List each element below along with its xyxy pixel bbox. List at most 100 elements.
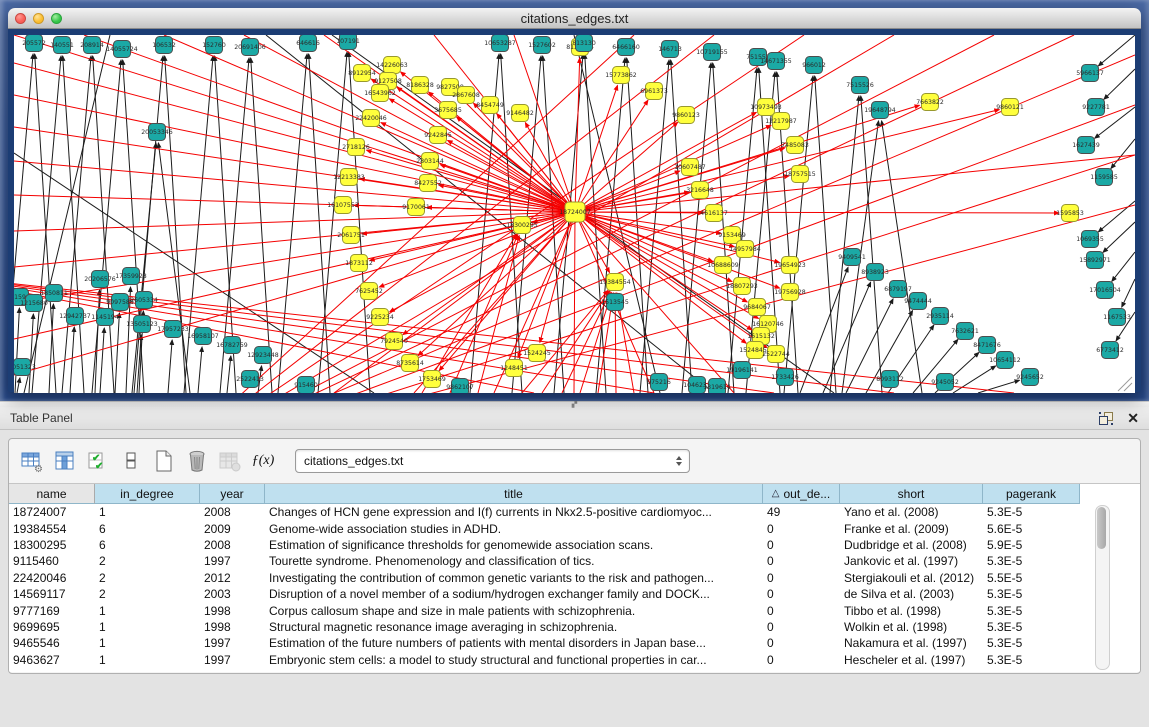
cell-short: Dudbridge et al. (2008) xyxy=(840,538,983,552)
table-row[interactable]: 1872400712008Changes of HCN gene express… xyxy=(9,504,1140,520)
svg-text:9860123: 9860123 xyxy=(672,112,700,119)
splitter-grip-icon: ▞ xyxy=(572,402,577,407)
svg-text:6961373: 6961373 xyxy=(640,88,668,95)
svg-text:152760: 152760 xyxy=(202,42,226,49)
svg-text:10607487: 10607487 xyxy=(674,164,706,171)
column-header-year[interactable]: year xyxy=(200,484,265,504)
cell-in_degree: 2 xyxy=(95,571,200,585)
svg-text:9862107: 9862107 xyxy=(446,384,474,391)
cell-year: 2003 xyxy=(200,587,265,601)
svg-text:17016504: 17016504 xyxy=(1089,287,1121,294)
svg-text:19654923: 19654923 xyxy=(774,262,806,269)
table-row[interactable]: 1456911722003Disruption of a novel membe… xyxy=(9,586,1140,602)
svg-text:✔: ✔ xyxy=(95,461,103,472)
cell-title: Embryonic stem cells: a model to study s… xyxy=(265,653,763,667)
cell-in_degree: 6 xyxy=(95,522,200,536)
svg-text:2605334: 2605334 xyxy=(130,297,158,304)
svg-text:4616137: 4616137 xyxy=(700,210,728,217)
cell-in_degree: 2 xyxy=(95,587,200,601)
table-selector-dropdown[interactable]: citations_edges.txt xyxy=(295,449,690,473)
cell-short: Stergiakouli et al. (2012) xyxy=(840,571,983,585)
svg-text:646616: 646616 xyxy=(296,40,320,47)
svg-text:1319614: 1319614 xyxy=(703,384,731,391)
svg-text:975216: 975216 xyxy=(647,379,671,386)
svg-text:1850811: 1850811 xyxy=(40,290,68,297)
column-header-out_de[interactable]: △out_de... xyxy=(763,484,840,504)
svg-text:9409541: 9409541 xyxy=(838,254,866,261)
scrollbar-thumb[interactable] xyxy=(1097,507,1106,549)
svg-text:14957984: 14957984 xyxy=(729,246,761,253)
formula-builder-icon[interactable]: ƒ(x) xyxy=(248,446,278,476)
svg-text:1145194: 1145194 xyxy=(91,314,119,321)
cell-in_degree: 1 xyxy=(95,636,200,650)
svg-text:966012: 966012 xyxy=(802,62,826,69)
table-row[interactable]: 911546021997Tourette syndrome. Phenomeno… xyxy=(9,553,1140,569)
cell-in_degree: 1 xyxy=(95,604,200,618)
cell-title: Structural magnetic resonance image aver… xyxy=(265,620,763,634)
delete-table-icon[interactable] xyxy=(215,446,245,476)
svg-text:813130: 813130 xyxy=(572,40,596,47)
svg-text:19196141: 19196141 xyxy=(726,367,758,374)
table-row[interactable]: 946554611997Estimation of the future num… xyxy=(9,635,1140,651)
svg-text:6773412: 6773412 xyxy=(1096,347,1124,354)
table-scrollbar[interactable] xyxy=(1095,505,1110,670)
cell-in_degree: 1 xyxy=(95,653,200,667)
svg-text:14055724: 14055724 xyxy=(106,46,138,53)
column-header-title[interactable]: title xyxy=(265,484,763,504)
table-row[interactable]: 2242004622012Investigating the contribut… xyxy=(9,570,1140,586)
close-panel-icon[interactable]: ✕ xyxy=(1127,412,1139,425)
table-row[interactable]: 946362711997Embryonic stem cells: a mode… xyxy=(9,652,1140,668)
cell-pagerank: 5.3E-5 xyxy=(983,505,1080,519)
column-header-short[interactable]: short xyxy=(840,484,983,504)
cell-year: 2009 xyxy=(200,522,265,536)
column-header-in_degree[interactable]: in_degree xyxy=(95,484,200,504)
trash-icon[interactable] xyxy=(182,446,212,476)
select-column-icon[interactable] xyxy=(50,446,80,476)
svg-text:8186328: 8186328 xyxy=(406,82,434,89)
validate-data-icon[interactable]: ✔✔ xyxy=(83,446,113,476)
svg-text:15892971: 15892971 xyxy=(1079,257,1111,264)
cell-title: Corpus callosum shape and size in male p… xyxy=(265,604,763,618)
svg-text:8938923: 8938923 xyxy=(861,269,889,276)
svg-text:12217987: 12217987 xyxy=(765,118,797,125)
table-row[interactable]: 1938455462009Genome-wide association stu… xyxy=(9,520,1140,536)
svg-text:20053346: 20053346 xyxy=(141,129,173,136)
table-row[interactable]: 977716911998Corpus callosum shape and si… xyxy=(9,602,1140,618)
svg-text:19384554: 19384554 xyxy=(599,279,631,286)
svg-text:2061751: 2061751 xyxy=(337,232,365,239)
cell-year: 2012 xyxy=(200,571,265,585)
network-canvas[interactable]: 8912954142260639127508165439628186328982… xyxy=(14,35,1135,393)
svg-text:16958107: 16958107 xyxy=(187,333,219,340)
svg-text:10719155: 10719155 xyxy=(696,49,728,56)
column-strip-icon[interactable] xyxy=(116,446,146,476)
svg-text:107191: 107191 xyxy=(336,38,360,45)
cell-title: Estimation of significance thresholds fo… xyxy=(265,538,763,552)
window-titlebar[interactable]: citations_edges.txt xyxy=(8,8,1141,29)
svg-text:5051323: 5051323 xyxy=(14,364,36,371)
cell-year: 2008 xyxy=(200,505,265,519)
svg-text:3675685: 3675685 xyxy=(434,107,462,114)
svg-text:9245652: 9245652 xyxy=(1016,374,1044,381)
cell-title: Disruption of a novel member of a sodium… xyxy=(265,587,763,601)
svg-text:208914: 208914 xyxy=(80,42,104,49)
svg-text:10973493: 10973493 xyxy=(750,104,782,111)
table-row[interactable]: 1830029562008Estimation of significance … xyxy=(9,537,1140,553)
cytoscape-desktop: citations_edges.txt 89129541422606391275… xyxy=(0,0,1149,401)
cell-out_de: 0 xyxy=(763,554,840,568)
column-header-name[interactable]: name xyxy=(9,484,95,504)
svg-text:18757515: 18757515 xyxy=(784,171,816,178)
svg-text:12942737: 12942737 xyxy=(59,313,91,320)
panel-title: Table Panel xyxy=(10,411,73,425)
new-document-icon[interactable] xyxy=(149,446,179,476)
svg-text:13505123: 13505123 xyxy=(126,321,158,328)
svg-text:1627439: 1627439 xyxy=(1072,142,1100,149)
svg-text:12923448: 12923448 xyxy=(247,352,279,359)
table-row[interactable]: 969969511998Structural magnetic resonanc… xyxy=(9,619,1140,635)
cell-year: 1997 xyxy=(200,554,265,568)
network-window[interactable]: citations_edges.txt 89129541422606391275… xyxy=(8,8,1141,392)
float-panel-icon[interactable] xyxy=(1099,412,1113,425)
table-settings-icon[interactable]: ⚙ xyxy=(17,446,47,476)
svg-text:9227781: 9227781 xyxy=(1082,104,1110,111)
column-header-pagerank[interactable]: pagerank xyxy=(983,484,1080,504)
svg-text:205572: 205572 xyxy=(22,40,46,47)
